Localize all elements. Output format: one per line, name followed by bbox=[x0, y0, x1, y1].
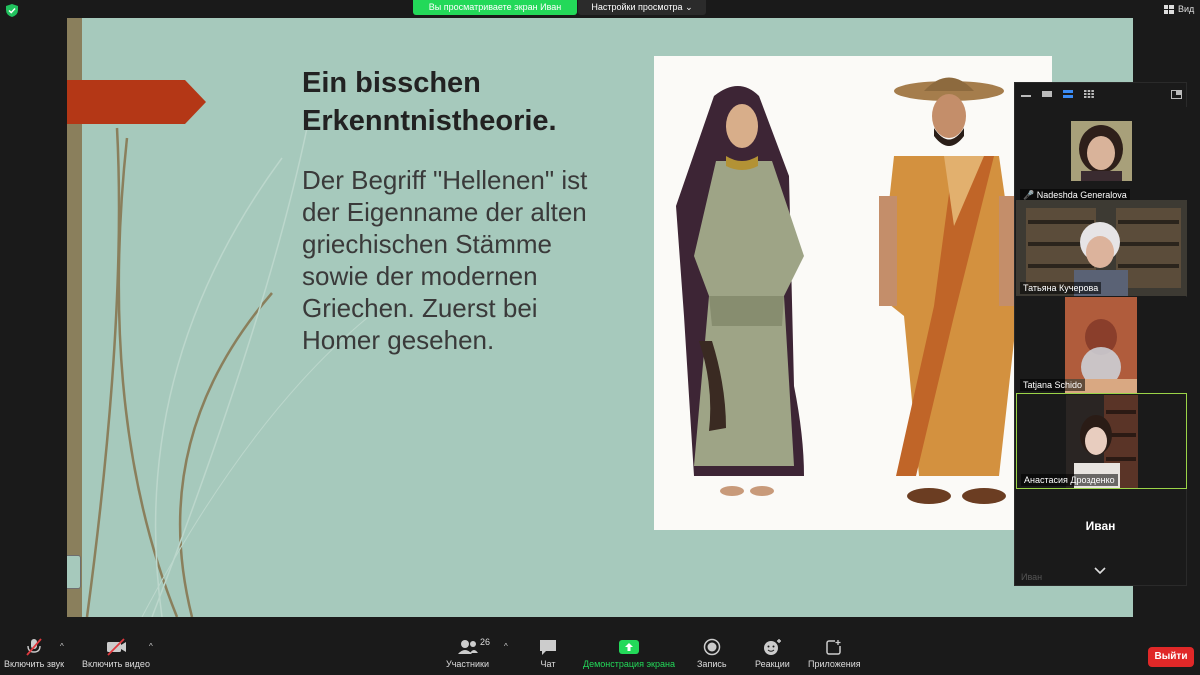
self-tile-label: Иван bbox=[1021, 572, 1043, 582]
view-button[interactable]: Вид bbox=[1164, 2, 1194, 16]
shared-screen: Ein bisschen Erkenntnistheorie. Der Begr… bbox=[67, 18, 1133, 617]
strip-view-icon[interactable] bbox=[1042, 90, 1052, 98]
participants-icon bbox=[457, 640, 478, 654]
participants-button[interactable]: 26 Участники bbox=[446, 637, 491, 669]
participants-count: 26 bbox=[480, 637, 491, 647]
apps-label: Приложения bbox=[808, 659, 861, 669]
gallery-grid-icon[interactable] bbox=[1084, 90, 1094, 98]
red-arrow-shape bbox=[67, 80, 206, 124]
participant-name: Tatjana Schido bbox=[1020, 379, 1086, 391]
chat-button[interactable]: Чат bbox=[538, 638, 558, 669]
slide-side-handle[interactable] bbox=[67, 555, 81, 589]
shield-icon[interactable] bbox=[6, 4, 18, 17]
grid-view-icon bbox=[1164, 4, 1174, 14]
participant-tile[interactable]: 🎤 Nadeshda Generalova bbox=[1016, 107, 1187, 203]
unmute-button[interactable]: Включить звук bbox=[4, 638, 64, 669]
slide-body-text: Der Begriff "Hellenen" ist der Eigenname… bbox=[302, 165, 588, 355]
apps-icon bbox=[826, 639, 843, 655]
greek-figures-illustration bbox=[654, 56, 1052, 530]
video-options-caret[interactable]: ^ bbox=[149, 642, 153, 651]
meeting-toolbar: Включить звук ^ Включить видео ^ 26 Учас… bbox=[0, 636, 1200, 675]
reactions-icon bbox=[764, 639, 782, 655]
audio-options-caret[interactable]: ^ bbox=[60, 642, 64, 651]
start-video-button[interactable]: Включить видео bbox=[82, 638, 150, 669]
record-icon bbox=[703, 638, 721, 656]
participant-tile[interactable]: Tatjana Schido bbox=[1016, 297, 1187, 393]
unmute-label: Включить звук bbox=[4, 659, 65, 669]
share-screen-icon bbox=[618, 640, 639, 654]
muted-mic-icon: 🎤 bbox=[1023, 190, 1035, 200]
participant-name: Татьяна Кучерова bbox=[1020, 282, 1102, 294]
slide-title: Ein bisschen Erkenntnistheorie. bbox=[302, 67, 557, 137]
reactions-label: Реакции bbox=[755, 659, 790, 669]
view-settings-label: Настройки просмотра bbox=[591, 2, 683, 12]
reactions-button[interactable]: Реакции bbox=[755, 638, 790, 669]
leave-meeting-button[interactable]: Выйти bbox=[1148, 647, 1194, 667]
view-label: Вид bbox=[1178, 4, 1195, 14]
participant-tile-active-speaker[interactable]: Анастасия Дрозденко bbox=[1016, 393, 1187, 489]
gallery-toolbar bbox=[1015, 83, 1188, 107]
chat-label: Чат bbox=[540, 659, 556, 669]
record-button[interactable]: Запись bbox=[697, 638, 727, 669]
participants-options-caret[interactable]: ^ bbox=[504, 642, 508, 651]
chevron-down-icon[interactable] bbox=[1094, 567, 1106, 575]
minimize-icon[interactable] bbox=[1021, 90, 1031, 98]
share-banner: Вы просматриваете экран Иван bbox=[413, 0, 577, 15]
video-gallery-panel: 🎤 Nadeshda Generalova Татьяна Кучерова T… bbox=[1014, 82, 1187, 586]
participants-label: Участники bbox=[446, 659, 489, 669]
view-settings-button[interactable]: Настройки просмотра ⌄ bbox=[578, 0, 706, 15]
record-label: Запись bbox=[697, 659, 727, 669]
chat-icon bbox=[540, 640, 556, 655]
participant-video bbox=[1071, 121, 1132, 181]
chevron-down-icon: ⌄ bbox=[685, 2, 693, 12]
share-screen-label: Демонстрация экрана bbox=[583, 659, 675, 669]
start-video-label: Включить видео bbox=[82, 659, 150, 669]
participant-tile[interactable]: Татьяна Кучерова bbox=[1016, 200, 1187, 296]
self-tile-name: Иван bbox=[1085, 519, 1116, 533]
apps-button[interactable]: Приложения bbox=[808, 638, 861, 669]
video-off-icon bbox=[106, 638, 126, 656]
muted-mic-icon bbox=[26, 638, 42, 656]
speaker-view-icon[interactable] bbox=[1063, 90, 1073, 98]
share-screen-button[interactable]: Демонстрация экрана bbox=[583, 638, 675, 669]
participant-name: Анастасия Дрозденко bbox=[1021, 474, 1118, 486]
pop-out-icon[interactable] bbox=[1171, 90, 1182, 99]
